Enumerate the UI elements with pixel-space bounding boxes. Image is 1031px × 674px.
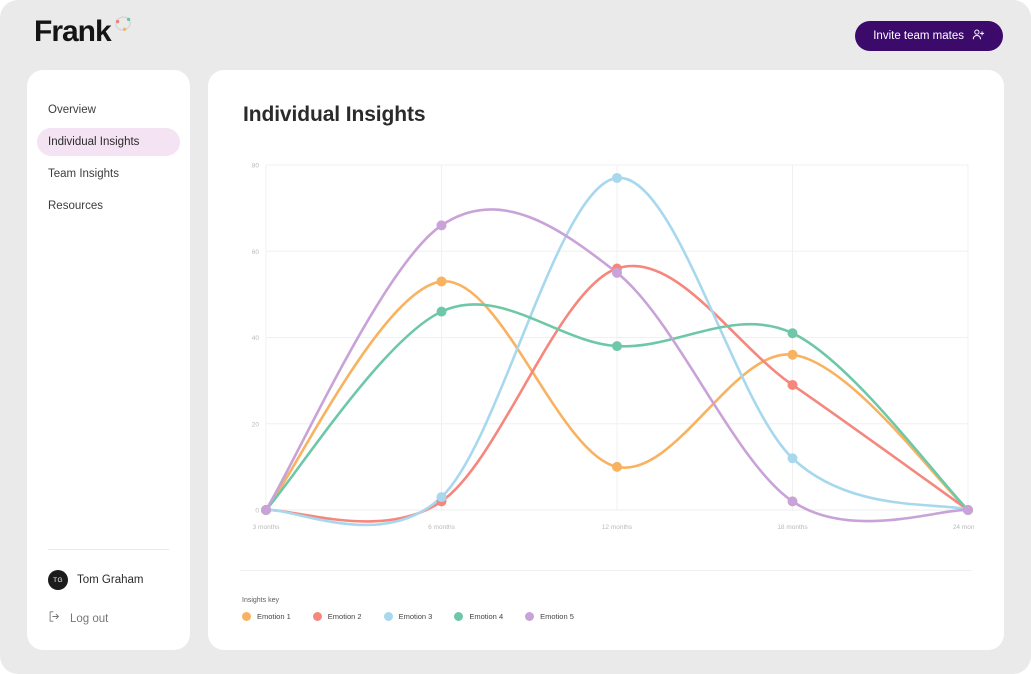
- y-axis-tick-label: 80: [252, 163, 260, 170]
- legend-color-dot: [312, 612, 322, 621]
- data-point-marker[interactable]: [612, 341, 622, 352]
- legend-color-dot: [242, 612, 251, 621]
- sidebar-divider: [48, 549, 169, 550]
- chart-legend: Emotion 1 Emotion 2 Emotion 3 Emotion 4 Emot…: [242, 612, 574, 621]
- user-profile[interactable]: TG Tom Graham: [27, 570, 190, 590]
- data-point-marker[interactable]: [612, 172, 622, 183]
- page-title: Individual Insights: [243, 103, 426, 126]
- legend-label: Emotion 3: [398, 612, 433, 621]
- legend-item-emotion-1[interactable]: Emotion 1: [242, 612, 291, 621]
- logout-icon: [48, 610, 61, 628]
- sidebar-item-label: Team Insights: [48, 168, 119, 180]
- data-point-marker[interactable]: [787, 328, 798, 339]
- legend-item-emotion-5[interactable]: Emotion 5: [525, 612, 574, 621]
- y-axis-tick-label: 20: [252, 421, 260, 428]
- sidebar-nav: Overview Individual Insights Team Insigh…: [27, 70, 190, 220]
- brand-name: Frank: [34, 15, 112, 48]
- orbit-icon: [112, 14, 134, 41]
- sidebar-item-label: Resources: [48, 200, 103, 212]
- logout-label: Log out: [70, 613, 109, 625]
- person-add-icon: [972, 28, 985, 44]
- x-axis-tick-label: 24 months: [953, 524, 974, 531]
- legend-label: Emotion 2: [327, 612, 362, 621]
- data-point-marker[interactable]: [436, 492, 447, 503]
- chart-canvas: 0 20 40 60 80 3 months 6 months 12 months 18 mon…: [252, 163, 974, 532]
- y-axis-tick-label: 0: [255, 508, 259, 515]
- x-axis-tick-label: 6 months: [428, 524, 455, 531]
- y-axis-tick-label: 40: [252, 335, 260, 342]
- sidebar-item-label: Overview: [48, 104, 96, 116]
- user-name: Tom Graham: [77, 574, 144, 586]
- main-panel: Individual Insights 0 20 40 60 80 3 months 6 m…: [208, 70, 1004, 650]
- app-root: Frank Invite team mates Overview Individ…: [0, 0, 1031, 674]
- avatar: TG: [48, 570, 68, 590]
- legend-divider: [240, 570, 972, 571]
- data-point-marker[interactable]: [612, 461, 622, 472]
- y-axis-tick-label: 60: [252, 249, 260, 256]
- x-axis-tick-label: 3 months: [253, 524, 280, 531]
- logout-button[interactable]: Log out: [27, 610, 190, 628]
- data-point-marker[interactable]: [436, 220, 447, 231]
- sidebar-item-individual-insights[interactable]: Individual Insights: [37, 128, 180, 156]
- data-point-marker[interactable]: [436, 306, 447, 317]
- legend-item-emotion-3[interactable]: Emotion 3: [383, 612, 433, 621]
- data-point-marker[interactable]: [261, 505, 271, 515]
- brand-logo[interactable]: Frank: [34, 17, 134, 47]
- data-point-marker[interactable]: [787, 453, 798, 464]
- legend-item-emotion-4[interactable]: Emotion 4: [454, 612, 503, 621]
- legend-color-dot: [383, 612, 393, 621]
- legend-label: Emotion 4: [469, 612, 504, 621]
- data-point-marker[interactable]: [787, 496, 798, 507]
- data-point-marker[interactable]: [612, 267, 622, 278]
- x-axis-tick-label: 18 months: [777, 524, 808, 531]
- top-bar: Frank Invite team mates: [0, 0, 1031, 70]
- legend-item-emotion-2[interactable]: Emotion 2: [312, 612, 362, 621]
- invite-team-mates-button[interactable]: Invite team mates: [855, 21, 1003, 51]
- legend-label: Emotion 1: [257, 612, 291, 621]
- insights-line-chart: 0 20 40 60 80 3 months 6 months 12 months 18 mon…: [238, 155, 974, 550]
- data-point-marker[interactable]: [963, 505, 973, 515]
- sidebar-item-team-insights[interactable]: Team Insights: [37, 160, 180, 188]
- sidebar-item-overview[interactable]: Overview: [37, 96, 180, 124]
- legend-title: Insights key: [242, 597, 279, 604]
- legend-color-dot: [525, 612, 535, 621]
- sidebar: Overview Individual Insights Team Insigh…: [27, 70, 190, 650]
- data-point-marker[interactable]: [787, 379, 798, 390]
- legend-label: Emotion 5: [540, 612, 574, 621]
- data-point-marker[interactable]: [436, 276, 447, 287]
- data-point-marker[interactable]: [787, 349, 798, 360]
- invite-button-label: Invite team mates: [873, 30, 964, 42]
- sidebar-footer: TG Tom Graham Log out: [27, 549, 190, 628]
- x-axis-tick-label: 12 months: [602, 524, 633, 531]
- sidebar-item-label: Individual Insights: [48, 136, 140, 148]
- legend-color-dot: [454, 612, 464, 621]
- sidebar-item-resources[interactable]: Resources: [37, 192, 180, 220]
